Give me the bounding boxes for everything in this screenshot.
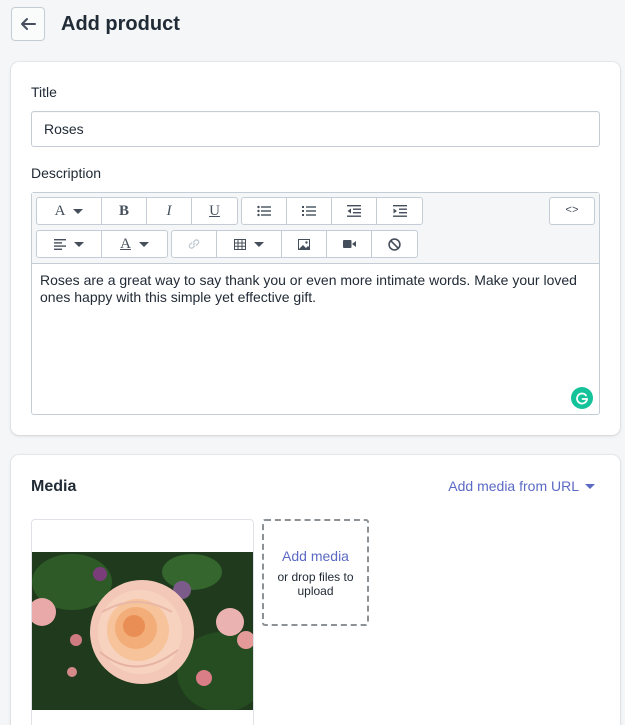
image-icon	[298, 238, 310, 250]
video-icon	[342, 240, 356, 248]
style-group: A	[36, 230, 168, 258]
text-color-button[interactable]: A	[102, 231, 167, 257]
list-group	[241, 197, 423, 225]
insert-image-button[interactable]	[282, 231, 327, 257]
table-icon	[234, 238, 246, 250]
code-view-button[interactable]: <>	[550, 198, 594, 224]
outdent-icon	[347, 205, 361, 217]
indent-button[interactable]	[377, 198, 422, 224]
bullet-list-icon	[257, 205, 271, 217]
arrow-left-icon	[21, 18, 36, 30]
insert-video-button[interactable]	[327, 231, 372, 257]
outdent-button[interactable]	[332, 198, 377, 224]
font-size-button[interactable]: A	[37, 198, 102, 224]
chevron-down-icon	[585, 483, 595, 489]
link-button[interactable]	[172, 231, 217, 257]
underline-button[interactable]: U	[192, 198, 237, 224]
grammarly-button[interactable]	[571, 387, 593, 409]
chevron-down-icon	[74, 241, 84, 247]
media-title: Media	[31, 478, 77, 495]
editor-toolbar: A B I U <> A	[32, 193, 599, 264]
numbered-list-button[interactable]	[287, 198, 332, 224]
link-icon	[188, 239, 200, 249]
add-media-from-url-label: Add media from URL	[448, 478, 579, 494]
align-button[interactable]	[37, 231, 102, 257]
description-label: Description	[31, 165, 102, 181]
drop-files-hint: or drop files to upload	[277, 569, 354, 598]
bullet-list-button[interactable]	[242, 198, 287, 224]
back-button[interactable]	[11, 7, 45, 41]
add-media-button[interactable]: Add media	[282, 548, 349, 564]
format-group: A B I U	[36, 197, 238, 225]
media-dropzone[interactable]: Add media or drop files to upload	[262, 519, 369, 626]
clear-format-button[interactable]	[372, 231, 417, 257]
indent-icon	[392, 205, 407, 217]
table-button[interactable]	[217, 231, 282, 257]
add-media-from-url-button[interactable]: Add media from URL	[448, 478, 595, 494]
italic-button[interactable]: I	[147, 198, 192, 224]
clear-format-icon	[388, 237, 401, 251]
description-editor: A B I U <> A Roses are a great way to sa…	[31, 192, 600, 415]
media-image-tile[interactable]	[31, 519, 254, 725]
bold-button[interactable]: B	[102, 198, 147, 224]
chevron-down-icon	[138, 241, 149, 247]
product-details-card: Title Description A B I U	[11, 62, 620, 435]
title-label: Title	[31, 84, 57, 100]
text-color-icon: A	[120, 235, 131, 252]
rose-photo	[32, 552, 253, 710]
code-group: <>	[549, 197, 595, 225]
grammarly-icon	[576, 392, 588, 405]
chevron-down-icon	[73, 208, 84, 214]
page-header: Add product	[11, 7, 180, 41]
title-input[interactable]	[31, 111, 600, 147]
align-icon	[54, 238, 66, 250]
description-textarea[interactable]: Roses are a great way to say thank you o…	[32, 264, 592, 314]
page-title: Add product	[61, 12, 180, 35]
numbered-list-icon	[302, 206, 316, 216]
chevron-down-icon	[254, 241, 264, 247]
insert-group	[171, 230, 418, 258]
font-size-icon: A	[54, 202, 66, 219]
media-card: Media Add media from URL Add media or dr…	[11, 455, 620, 725]
